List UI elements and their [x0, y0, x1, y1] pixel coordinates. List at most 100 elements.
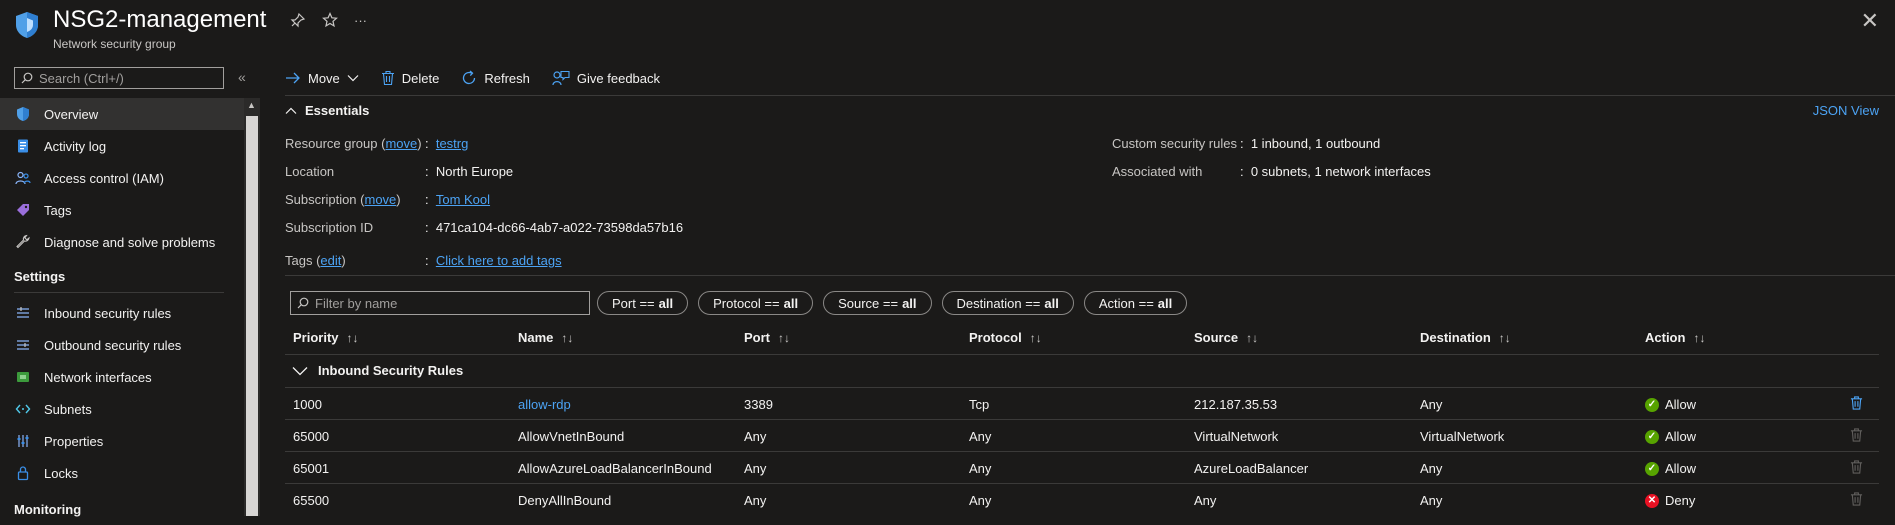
- chevron-down-icon: [347, 75, 359, 82]
- collapse-sidebar-icon[interactable]: «: [238, 69, 246, 85]
- sidebar-item-overview[interactable]: Overview: [0, 98, 244, 130]
- sidebar-heading-monitoring: Monitoring: [14, 501, 82, 517]
- resource-group-value: : testrg: [425, 136, 469, 151]
- toolbar-divider: [285, 95, 1895, 96]
- move-subscription-link[interactable]: move: [365, 192, 397, 207]
- port-filter-pill[interactable]: Port == all: [597, 291, 689, 315]
- trash-icon: [1850, 460, 1863, 474]
- sidebar-item-label: Subnets: [44, 401, 92, 417]
- tags-label: Tags (edit): [285, 253, 346, 268]
- subscription-link[interactable]: Tom Kool: [436, 192, 490, 207]
- column-header-source[interactable]: Source ↑↓: [1194, 330, 1258, 345]
- pill-key: Destination ==: [956, 295, 1041, 311]
- sidebar-item-label: Locks: [44, 465, 78, 481]
- column-header-name[interactable]: Name ↑↓: [518, 330, 573, 345]
- column-label: Destination: [1420, 330, 1491, 345]
- sidebar-item-label: Tags: [44, 202, 72, 218]
- sidebar-item-diagnose[interactable]: Diagnose and solve problems: [0, 226, 244, 258]
- table-row[interactable]: 65000 AllowVnetInBound Any Any VirtualNe…: [285, 419, 1879, 452]
- more-options-icon[interactable]: ···: [354, 13, 367, 33]
- resource-group-label-text: Resource group: [285, 136, 378, 151]
- allow-check-icon: ✓: [1645, 429, 1659, 444]
- inbound-rules-icon: [14, 304, 32, 322]
- sidebar-item-inbound-rules[interactable]: Inbound security rules: [0, 297, 244, 329]
- refresh-button[interactable]: Refresh: [461, 70, 530, 86]
- subnet-icon: [14, 400, 32, 418]
- give-feedback-button[interactable]: Give feedback: [552, 70, 660, 86]
- sidebar-search-input[interactable]: [39, 70, 209, 86]
- pill-value: all: [1157, 295, 1173, 311]
- protocol-cell: Any: [969, 429, 992, 444]
- column-label: Name: [518, 330, 554, 345]
- table-row[interactable]: 1000 allow-rdp 3389 Tcp 212.187.35.53 An…: [285, 387, 1879, 420]
- star-icon[interactable]: [322, 12, 338, 33]
- column-header-port[interactable]: Port ↑↓: [744, 330, 790, 345]
- inbound-group-toggle[interactable]: Inbound Security Rules: [292, 363, 463, 378]
- sort-icon: ↑↓: [1498, 330, 1511, 345]
- destination-cell: Any: [1420, 461, 1443, 476]
- destination-filter-pill[interactable]: Destination == all: [941, 291, 1074, 315]
- search-icon: [297, 297, 309, 309]
- sidebar-item-properties[interactable]: Properties: [0, 425, 244, 457]
- filter-by-name-input[interactable]: [315, 295, 575, 311]
- sidebar-item-network-interfaces[interactable]: Network interfaces: [0, 361, 244, 393]
- action-cell: ✓ Allow: [1645, 397, 1696, 412]
- priority-cell: 65500: [293, 493, 330, 508]
- sidebar-scroll-thumb[interactable]: [246, 116, 258, 516]
- json-view-link[interactable]: JSON View: [1813, 103, 1879, 118]
- table-row[interactable]: 65500 DenyAllInBound Any Any Any Any ✕ D…: [285, 483, 1879, 516]
- move-button[interactable]: Move: [285, 71, 359, 86]
- associated-with-text: 0 subnets, 1 network interfaces: [1250, 164, 1431, 179]
- column-header-priority[interactable]: Priority ↑↓: [293, 330, 359, 345]
- move-resource-group-link[interactable]: move: [385, 136, 417, 151]
- people-icon: [14, 169, 32, 187]
- protocol-filter-pill[interactable]: Protocol == all: [698, 291, 814, 315]
- pill-value: all: [783, 295, 799, 311]
- resource-group-link[interactable]: testrg: [436, 136, 469, 151]
- sidebar-item-label: Inbound security rules: [44, 305, 172, 321]
- priority-cell: 65001: [293, 461, 330, 476]
- sidebar-search[interactable]: [14, 67, 224, 89]
- add-tags-link[interactable]: Click here to add tags: [436, 253, 562, 268]
- delete-button[interactable]: Delete: [381, 70, 439, 86]
- give-feedback-label: Give feedback: [576, 70, 661, 86]
- sidebar-item-tags[interactable]: Tags: [0, 194, 244, 226]
- sidebar-item-locks[interactable]: Locks: [0, 457, 244, 489]
- edit-tags-link[interactable]: edit: [320, 253, 341, 268]
- scroll-up-icon[interactable]: ▲: [247, 100, 256, 110]
- action-filter-pill[interactable]: Action == all: [1083, 291, 1188, 315]
- network-interface-icon: [14, 368, 32, 386]
- sort-icon: ↑↓: [561, 330, 574, 345]
- sidebar-scrollbar[interactable]: ▲: [244, 98, 260, 516]
- trash-icon: [1850, 428, 1863, 442]
- sidebar-item-subnets[interactable]: Subnets: [0, 393, 244, 425]
- outbound-rules-icon: [14, 336, 32, 354]
- source-filter-pill[interactable]: Source == all: [823, 291, 932, 315]
- protocol-cell: Any: [969, 493, 992, 508]
- close-icon[interactable]: ✕: [1861, 8, 1879, 34]
- feedback-icon: [552, 70, 570, 86]
- sidebar-item-iam[interactable]: Access control (IAM): [0, 162, 244, 194]
- trash-icon[interactable]: [1850, 395, 1863, 411]
- sidebar-item-label: Diagnose and solve problems: [44, 234, 216, 250]
- sidebar-item-outbound-rules[interactable]: Outbound security rules: [0, 329, 244, 361]
- sort-icon: ↑↓: [1246, 330, 1259, 345]
- subscription-label: Subscription (move): [285, 192, 401, 207]
- column-header-action[interactable]: Action ↑↓: [1645, 330, 1705, 345]
- port-cell: Any: [744, 493, 767, 508]
- filter-by-name[interactable]: [290, 291, 590, 315]
- column-header-protocol[interactable]: Protocol ↑↓: [969, 330, 1042, 345]
- refresh-label: Refresh: [484, 70, 530, 86]
- sidebar-item-activity-log[interactable]: Activity log: [0, 130, 244, 162]
- properties-icon: [14, 432, 32, 450]
- subscription-label-text: Subscription: [285, 192, 357, 207]
- custom-security-rules-text: 1 inbound, 1 outbound: [1250, 136, 1381, 151]
- custom-security-rules-label: Custom security rules: [1112, 136, 1237, 151]
- table-row[interactable]: 65001 AllowAzureLoadBalancerInBound Any …: [285, 451, 1879, 484]
- column-label: Port: [744, 330, 770, 345]
- pin-icon[interactable]: [290, 12, 306, 33]
- essentials-toggle[interactable]: Essentials: [285, 103, 369, 118]
- rule-name-link[interactable]: allow-rdp: [518, 397, 571, 412]
- column-header-destination[interactable]: Destination ↑↓: [1420, 330, 1511, 345]
- page-title: NSG2-management: [53, 6, 267, 33]
